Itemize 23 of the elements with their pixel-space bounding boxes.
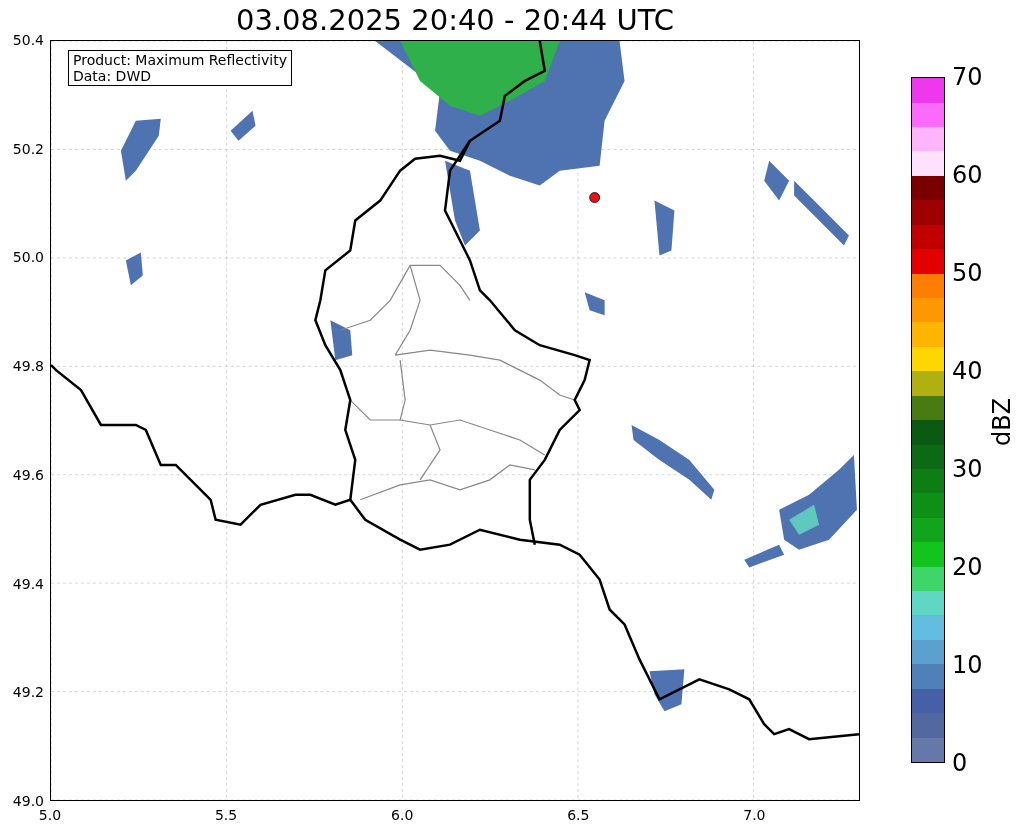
y-axis-tick-label: 50.2 [11,139,44,158]
x-axis-tick-label: 6.5 [566,806,591,824]
colorbar-tick-label: 30 [952,455,983,483]
colorbar-tick-label: 40 [952,357,983,385]
x-axis-tick-label: 5.5 [213,806,239,824]
y-axis-tick-label: 50.0 [11,248,44,267]
y-axis-tick-label: 49.8 [11,357,44,376]
y-axis-tick-label: 49.6 [11,465,44,484]
x-axis-tick-label: 6.0 [390,806,415,824]
y-axis-tick-label: 50.4 [11,31,44,49]
colorbar-tick-label: 60 [952,161,983,189]
legend-text: Data: DWD [73,68,152,84]
legend-text: Product: Maximum Reflectivity [73,52,287,68]
colorbar-tick-label: 70 [952,63,983,91]
colorbar-label: dBZ [988,397,1017,447]
colorbar-tick-label: 50 [952,259,983,287]
y-axis-tick-label: 49.4 [11,574,44,593]
colorbar-tick-label: 10 [952,651,983,679]
chart-title: 03.08.2025 20:40 - 20:44 UTC [235,2,675,38]
x-axis-tick-label: 7.0 [742,806,767,824]
colorbar-tick-label: 20 [952,553,983,581]
y-axis-tick-label: 49.2 [11,683,44,702]
colorbar-tick-label: 0 [952,749,968,777]
